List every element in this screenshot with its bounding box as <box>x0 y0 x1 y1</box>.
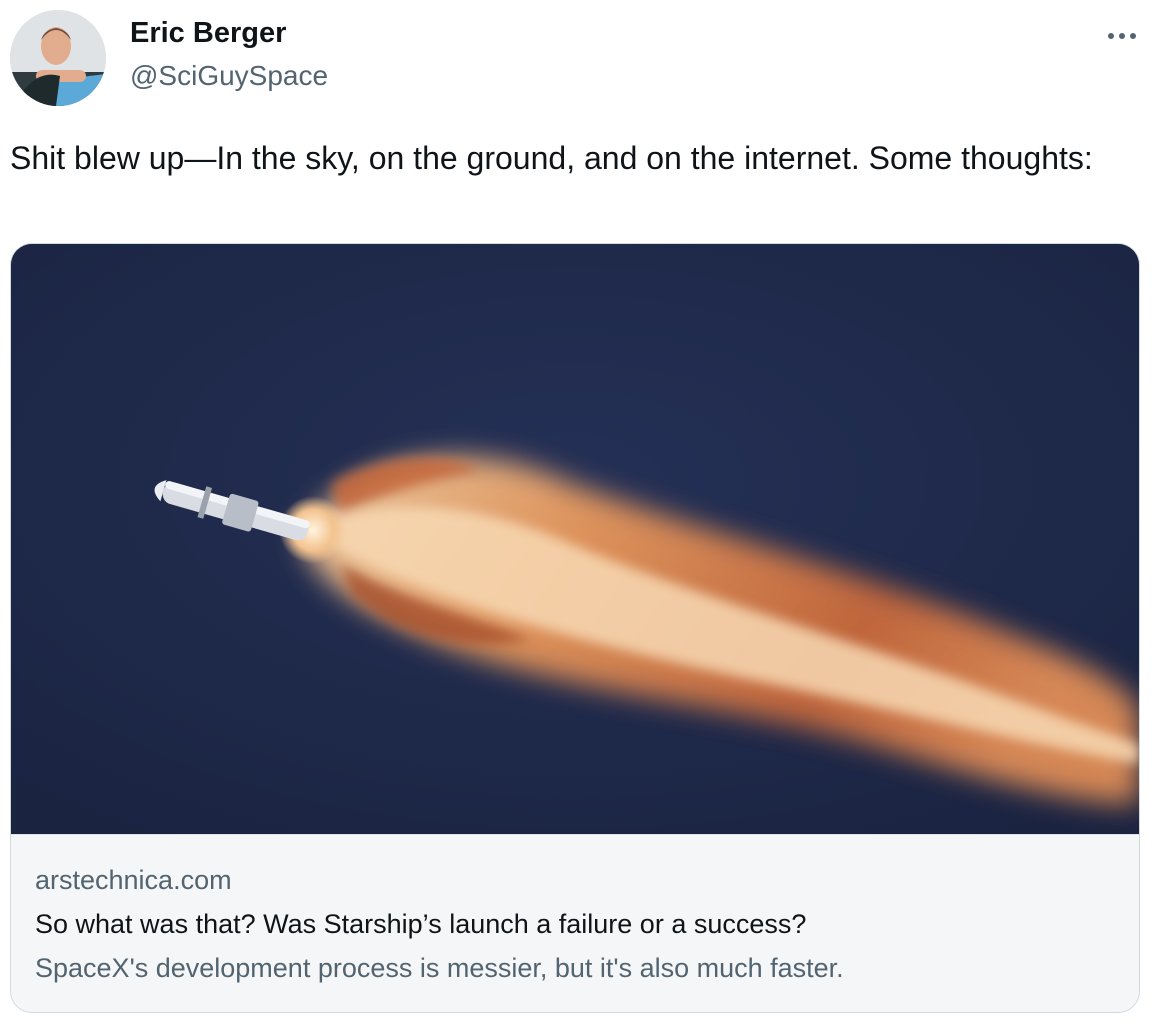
card-image[interactable] <box>11 244 1139 834</box>
link-preview-card[interactable]: arstechnica.com So what was that? Was St… <box>10 243 1140 1013</box>
rocket-launch-photo-icon <box>11 244 1139 834</box>
avatar-photo-icon <box>10 10 106 106</box>
tweet-text: Shit blew up—In the sky, on the ground, … <box>10 140 1093 176</box>
more-horizontal-icon <box>1108 33 1136 39</box>
card-domain: arstechnica.com <box>35 865 232 895</box>
card-title: So what was that? Was Starship’s launch … <box>35 909 807 939</box>
author-handle[interactable]: @SciGuySpace <box>130 60 328 92</box>
author-avatar[interactable] <box>10 10 106 106</box>
card-meta[interactable]: arstechnica.com So what was that? Was St… <box>11 834 1139 1012</box>
card-description: SpaceX's development process is messier,… <box>35 953 844 983</box>
author-name[interactable]: Eric Berger <box>130 17 286 50</box>
more-options-button[interactable] <box>1098 18 1146 54</box>
